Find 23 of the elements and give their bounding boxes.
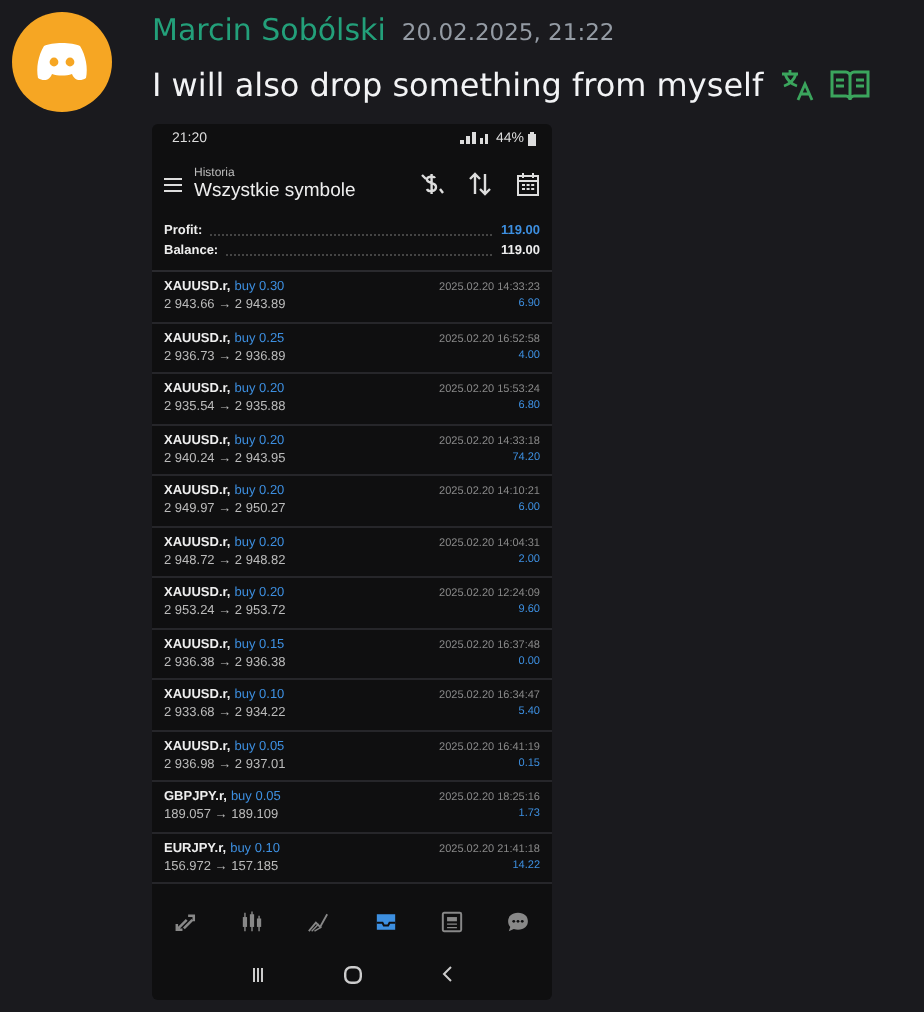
trend-tab-icon[interactable] xyxy=(306,910,331,934)
menu-icon[interactable] xyxy=(164,177,182,191)
author-name[interactable]: Marcin Sobólski xyxy=(152,12,386,48)
back-icon[interactable] xyxy=(442,966,452,982)
home-icon[interactable] xyxy=(344,965,362,983)
message-text: I will also drop something from myself xyxy=(152,65,764,103)
game-controller-icon xyxy=(34,40,90,84)
chart-tab-icon[interactable] xyxy=(239,910,264,934)
sort-icon[interactable] xyxy=(468,172,492,196)
signal-icon xyxy=(459,132,492,144)
inbox-tab-icon[interactable] xyxy=(373,910,398,934)
translate-icon[interactable] xyxy=(779,67,814,101)
chat-tab-icon[interactable] xyxy=(506,910,531,934)
trade-tab-icon[interactable] xyxy=(173,910,198,934)
timestamp: 20.02.2025, 21:22 xyxy=(401,18,615,46)
battery-icon xyxy=(528,131,536,145)
recent-apps-icon[interactable] xyxy=(252,967,264,981)
currency-swap-icon[interactable] xyxy=(420,172,444,196)
calendar-icon[interactable] xyxy=(516,172,540,196)
screen-title[interactable]: Wszystkie symbole xyxy=(194,179,408,201)
book-icon[interactable] xyxy=(829,67,870,101)
news-tab-icon[interactable] xyxy=(439,910,464,934)
avatar[interactable] xyxy=(12,12,112,112)
